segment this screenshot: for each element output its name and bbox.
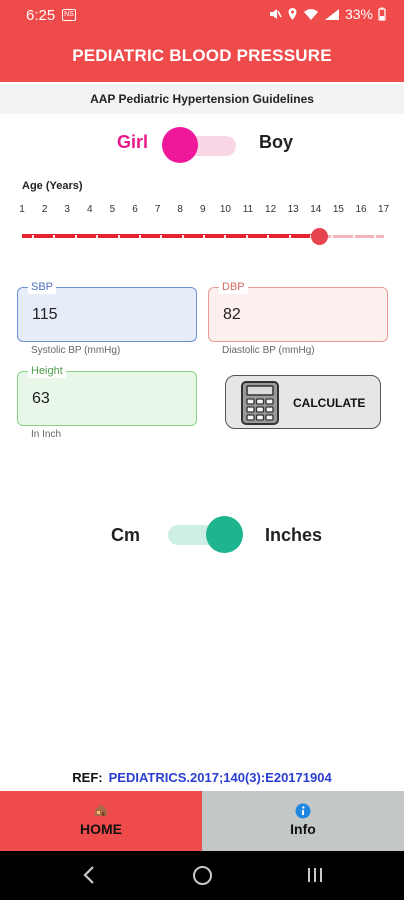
dbp-value[interactable]: 82 — [223, 306, 241, 324]
age-slider-step — [288, 235, 291, 238]
notification-icon: NS — [62, 9, 76, 21]
age-slider-step — [74, 235, 77, 238]
system-nav-bar — [0, 851, 404, 900]
age-tick-labels: 1 2 3 4 5 6 7 8 9 10 11 12 13 14 15 16 17 — [14, 204, 394, 218]
tab-info[interactable]: Info — [202, 791, 404, 851]
age-slider-step — [53, 235, 56, 238]
age-tick-label: 7 — [154, 204, 161, 215]
cm-label[interactable]: Cm — [111, 525, 140, 546]
gender-switch-thumb[interactable] — [162, 127, 198, 163]
age-slider-step — [224, 235, 227, 238]
age-slider-step — [267, 235, 270, 238]
age-slider-step — [331, 235, 334, 238]
age-tick-label: 3 — [64, 204, 70, 215]
age-tick-label: 1 — [19, 204, 25, 215]
sbp-hint: Systolic BP (mmHg) — [31, 345, 121, 356]
height-hint: In Inch — [31, 429, 62, 440]
age-slider-step — [160, 235, 163, 238]
age-label: Age (Years) — [22, 180, 83, 192]
battery-icon — [378, 7, 386, 21]
home-nav-icon[interactable] — [193, 866, 212, 885]
age-tick-label: 13 — [287, 204, 299, 215]
unit-switch[interactable] — [166, 516, 244, 553]
age-tick-label: 14 — [310, 204, 322, 215]
height-legend: Height — [28, 364, 66, 378]
age-tick-label: 5 — [109, 204, 116, 215]
gender-toggle-row: Girl Boy — [0, 120, 404, 164]
location-icon — [288, 8, 297, 20]
age-tick-label: 2 — [41, 204, 48, 215]
reference-label: REF: — [72, 770, 103, 785]
age-tick-label: 10 — [219, 204, 231, 215]
status-icons: 33% — [268, 6, 386, 22]
age-tick-label: 9 — [200, 204, 206, 215]
guidelines-subtitle: AAP Pediatric Hypertension Guidelines — [90, 92, 314, 106]
home-icon — [95, 804, 107, 816]
age-slider-step — [203, 235, 205, 238]
recent-apps-icon[interactable] — [306, 866, 324, 884]
age-slider-step — [245, 235, 248, 238]
dbp-hint: Diastolic BP (mmHg) — [222, 345, 315, 356]
age-tick-label: 16 — [355, 204, 367, 215]
height-field[interactable]: Height 63 — [17, 364, 197, 426]
tab-info-label: Info — [290, 821, 316, 837]
subtitle-bar: AAP Pediatric Hypertension Guidelines — [0, 84, 404, 114]
signal-icon — [324, 8, 339, 20]
age-slider-steps — [22, 234, 384, 239]
reference: REF: PEDIATRICS.2017;140(3):E20171904 — [0, 770, 404, 785]
calculate-label: CALCULATE — [293, 396, 366, 410]
age-tick-label: 4 — [87, 204, 93, 215]
unit-toggle-row: Cm Inches — [0, 510, 404, 558]
dbp-legend: DBP — [219, 280, 248, 294]
status-time: 6:25 — [26, 7, 56, 24]
age-tick-label: 17 — [378, 204, 390, 215]
girl-label[interactable]: Girl — [117, 132, 148, 153]
age-slider[interactable] — [22, 228, 384, 246]
age-slider-step — [352, 235, 355, 238]
calculate-button[interactable]: CALCULATE — [225, 375, 381, 429]
age-tick-label: 11 — [242, 204, 254, 215]
age-slider-thumb[interactable] — [311, 228, 329, 245]
gender-switch[interactable] — [162, 127, 238, 163]
page-title: PEDIATRIC BLOOD PRESSURE — [72, 46, 332, 65]
mute-icon — [269, 9, 282, 19]
height-value[interactable]: 63 — [32, 390, 50, 408]
calculator-icon — [241, 381, 279, 425]
wifi-icon — [303, 8, 318, 20]
inches-label[interactable]: Inches — [265, 525, 322, 546]
tab-home[interactable]: HOME — [0, 791, 202, 851]
battery-percent: 33% — [344, 6, 373, 22]
unit-switch-thumb[interactable] — [206, 516, 243, 553]
bottom-tab-bar: HOME Info — [0, 791, 404, 851]
info-icon — [295, 803, 311, 819]
tab-home-label: HOME — [80, 821, 122, 837]
age-slider-step — [117, 235, 120, 238]
age-slider-step — [96, 235, 99, 238]
reference-link[interactable]: PEDIATRICS.2017;140(3):E20171904 — [109, 770, 332, 785]
age-slider-step — [374, 235, 376, 238]
age-tick-label: 15 — [332, 204, 344, 215]
sbp-legend: SBP — [28, 280, 57, 294]
age-slider-step — [138, 235, 141, 238]
age-tick-label: 12 — [265, 204, 277, 215]
boy-label[interactable]: Boy — [259, 132, 293, 153]
back-icon[interactable] — [82, 865, 96, 885]
sbp-field[interactable]: SBP 115 — [17, 280, 197, 342]
age-tick-label: 6 — [132, 204, 138, 215]
dbp-field[interactable]: DBP 82 — [208, 280, 388, 342]
age-slider-step — [32, 235, 34, 238]
sbp-value[interactable]: 115 — [32, 306, 58, 324]
app-bar: PEDIATRIC BLOOD PRESSURE — [0, 30, 404, 82]
status-bar: 6:25 NS 33% — [0, 0, 404, 30]
age-slider-step — [181, 235, 184, 238]
age-tick-label: 8 — [177, 204, 183, 215]
